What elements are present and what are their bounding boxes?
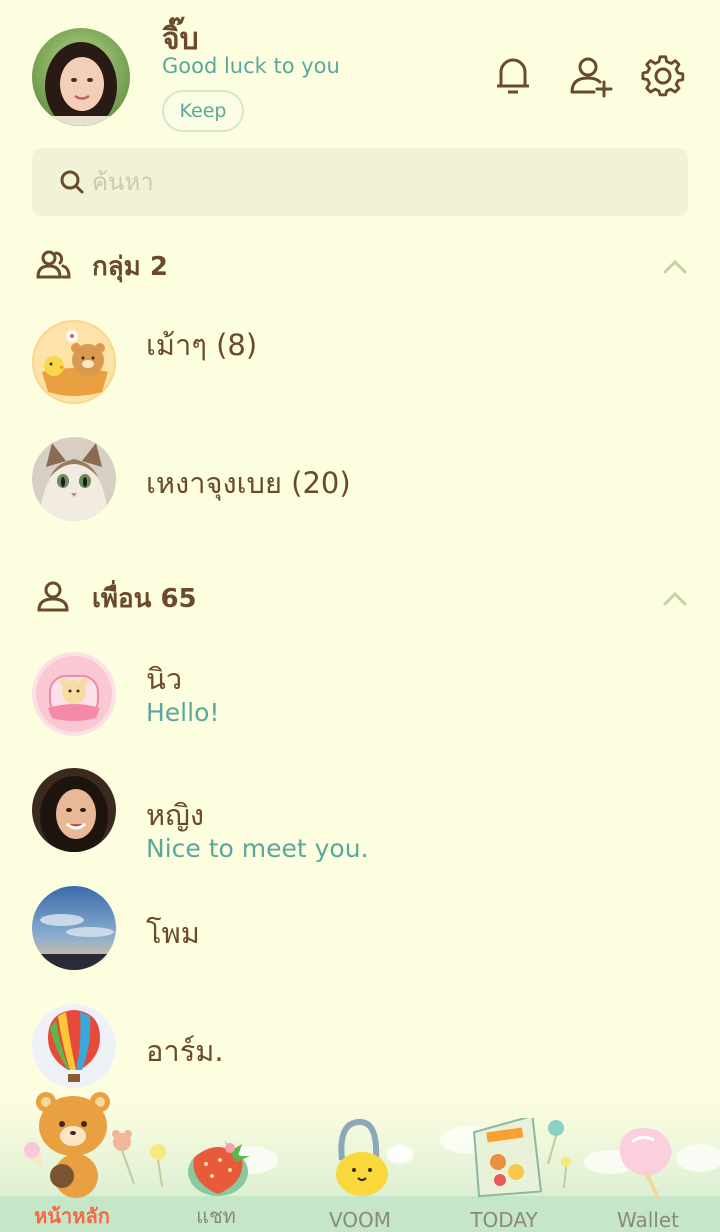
groups-section-header[interactable]: กลุ่ม 2 (36, 246, 168, 286)
friend-item[interactable]: นิว Hello! (0, 640, 720, 750)
cat-avatar (32, 437, 116, 521)
bell-icon[interactable] (490, 52, 536, 100)
rilakkuma-pink-avatar (32, 652, 116, 736)
nav-wallet-label: Wallet (616, 1208, 679, 1232)
cotton-candy-icon[interactable] (612, 1124, 682, 1200)
friends-section-header[interactable]: เพื่อน 65 (36, 578, 197, 618)
nav-chat-label: แชท (196, 1204, 236, 1228)
friend-status-message: Nice to meet you. (146, 834, 369, 863)
nav-wallet-tab[interactable]: Wallet (588, 1196, 708, 1232)
person-icon (36, 580, 72, 616)
friend-item[interactable]: หญิง Nice to meet you. (0, 758, 720, 868)
friend-name: โพม (146, 916, 200, 950)
profile-status-message[interactable]: Good luck to you (162, 54, 340, 78)
nav-today-label: TODAY (470, 1208, 538, 1232)
yellow-bag-icon[interactable] (326, 1118, 416, 1200)
nav-voom-label: VOOM (328, 1208, 392, 1232)
woman-avatar (32, 768, 116, 852)
search-bar[interactable] (32, 148, 688, 216)
cookie-bag-icon[interactable] (468, 1114, 578, 1200)
chevron-up-icon[interactable] (660, 252, 690, 282)
friend-name: นิว (146, 662, 183, 696)
search-icon (56, 166, 88, 198)
nav-home-tab[interactable]: หน้าหลัก (12, 1196, 132, 1232)
group-name: เม้าๆ (8) (146, 328, 258, 362)
chevron-up-icon[interactable] (660, 584, 690, 614)
nav-voom-tab[interactable]: VOOM (300, 1196, 420, 1232)
settings-gear-icon[interactable] (640, 52, 686, 100)
groups-section-title: กลุ่ม 2 (92, 251, 168, 282)
group-name: เหงาจุงเบย (20) (146, 466, 351, 500)
friend-name: หญิง (146, 798, 204, 832)
nav-today-tab[interactable]: TODAY (444, 1196, 564, 1232)
strawberry-icon[interactable] (184, 1132, 256, 1198)
profile-avatar[interactable] (32, 28, 130, 126)
search-input[interactable] (92, 162, 652, 202)
group-item[interactable]: เม้าๆ (8) (0, 306, 720, 416)
group-item[interactable]: เหงาจุงเบย (20) (0, 424, 720, 534)
friend-item[interactable]: โพม (0, 876, 720, 986)
friends-section-title: เพื่อน 65 (92, 583, 197, 614)
nav-home-label: หน้าหลัก (34, 1204, 110, 1228)
rilakkuma-bears-avatar (32, 320, 116, 404)
lollipop-bear-decoration-icon (104, 1126, 174, 1187)
nav-chat-tab[interactable]: แชท (156, 1196, 276, 1232)
friend-name: อาร์ม. (146, 1034, 224, 1068)
group-icon (36, 248, 72, 284)
keep-button[interactable]: Keep (162, 90, 244, 132)
balloon-avatar (32, 1004, 116, 1088)
add-friend-icon[interactable] (568, 52, 614, 100)
friend-status-message: Hello! (146, 698, 220, 727)
sky-avatar (32, 886, 116, 970)
